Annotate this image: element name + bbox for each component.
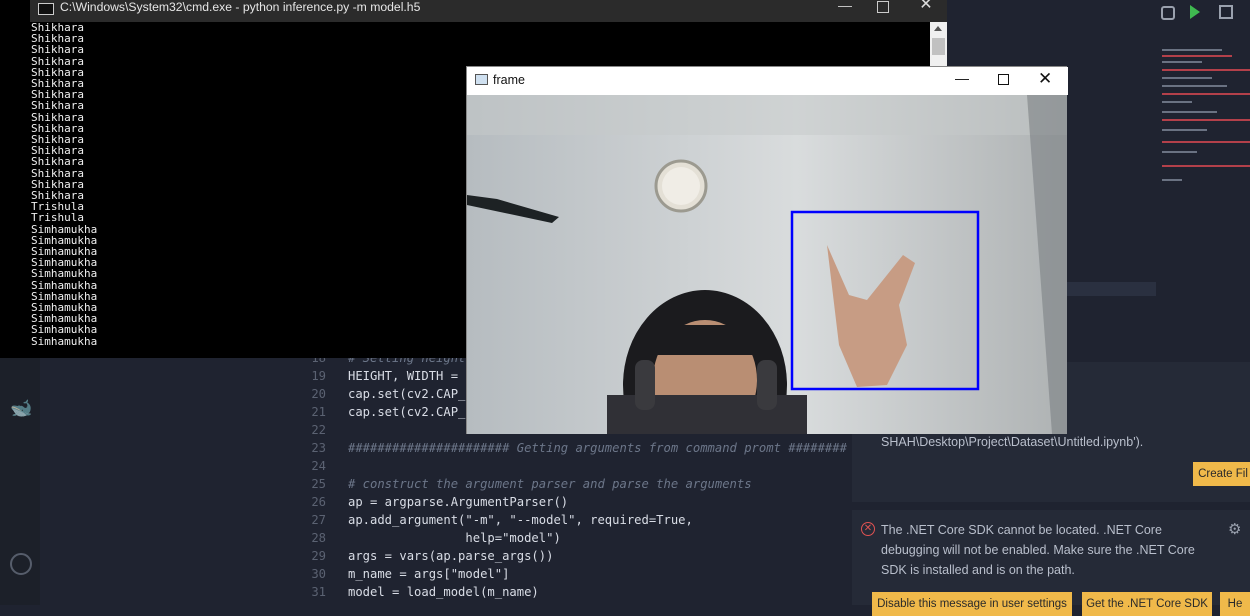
cmd-output-line: Shikhara xyxy=(31,32,84,46)
minimize-icon[interactable]: — xyxy=(835,0,855,13)
cmd-output-line: Shikhara xyxy=(31,21,84,34)
minimap[interactable] xyxy=(1160,45,1250,190)
frame-app-icon xyxy=(475,74,488,85)
dotnet-message: The .NET Core SDK cannot be located. .NE… xyxy=(881,523,1195,577)
close-icon[interactable]: ✕ xyxy=(916,0,936,13)
help-button[interactable]: He xyxy=(1220,592,1250,616)
gear-icon[interactable]: ⚙ xyxy=(1228,520,1241,540)
close-icon[interactable]: ✕ xyxy=(1038,69,1052,89)
scroll-up-icon[interactable] xyxy=(934,26,942,31)
frame-window-title: frame xyxy=(493,73,525,87)
cmd-window-title: C:\Windows\System32\cmd.exe - python inf… xyxy=(60,0,421,14)
create-file-button[interactable]: Create Fil xyxy=(1193,462,1250,486)
compare-icon[interactable] xyxy=(1161,6,1175,20)
cmd-output-line: Shikhara xyxy=(31,65,84,79)
run-icon[interactable] xyxy=(1190,5,1200,19)
cmd-output-line: Shikhara xyxy=(31,189,84,203)
cmd-output-line: Shikhara xyxy=(31,155,84,169)
cmd-titlebar[interactable]: C:\Windows\System32\cmd.exe - python inf… xyxy=(30,0,947,22)
camera-feed xyxy=(467,95,1067,434)
cmd-output-line: Shikhara xyxy=(31,133,84,147)
cmd-output-line: Simhamukha xyxy=(31,323,98,337)
dotnet-notification: ✕ The .NET Core SDK cannot be located. .… xyxy=(852,510,1250,616)
cmd-output-line: Shikhara xyxy=(31,110,84,124)
minimize-icon[interactable]: — xyxy=(955,70,969,86)
cmd-output-line: Shikhara xyxy=(31,54,84,68)
docker-icon[interactable]: 🐋 xyxy=(10,398,32,420)
cmd-output-line: Simhamukha xyxy=(31,334,98,348)
cmd-output-line: Trishula xyxy=(31,211,84,225)
cmd-output-line: Shikhara xyxy=(31,121,84,135)
cmd-app-icon xyxy=(38,3,54,15)
maximize-icon[interactable] xyxy=(998,74,1009,85)
editor-toolbar xyxy=(947,0,1250,30)
maximize-icon[interactable] xyxy=(877,1,889,13)
cmd-output-line: Shikhara xyxy=(31,88,84,102)
split-editor-icon[interactable] xyxy=(1219,5,1233,19)
cmd-output-line: Shikhara xyxy=(31,144,84,158)
account-icon[interactable] xyxy=(10,553,32,575)
cmd-output-line: Shikhara xyxy=(31,177,84,191)
frame-window: frame — ✕ xyxy=(466,66,1068,434)
cmd-output: Shikhara Shikhara Shikhara Shikhara Shikhara… xyxy=(31,22,441,358)
scroll-thumb[interactable] xyxy=(932,38,945,55)
cmd-output-line: Shikhara xyxy=(31,43,84,57)
camera-image xyxy=(467,95,1067,434)
get-sdk-button[interactable]: Get the .NET Core SDK xyxy=(1082,592,1212,616)
error-icon: ✕ xyxy=(861,522,875,536)
frame-titlebar[interactable]: frame — ✕ xyxy=(467,67,1068,95)
cmd-output-line: Simhamukha xyxy=(31,267,98,281)
disable-message-button[interactable]: Disable this message in user settings xyxy=(872,592,1072,616)
cmd-output-line: Shikhara xyxy=(31,99,84,113)
cmd-output-line: Shikhara xyxy=(31,77,84,91)
cmd-output-line: Trishula xyxy=(31,200,84,214)
cmd-output-line: Shikhara xyxy=(31,166,84,180)
